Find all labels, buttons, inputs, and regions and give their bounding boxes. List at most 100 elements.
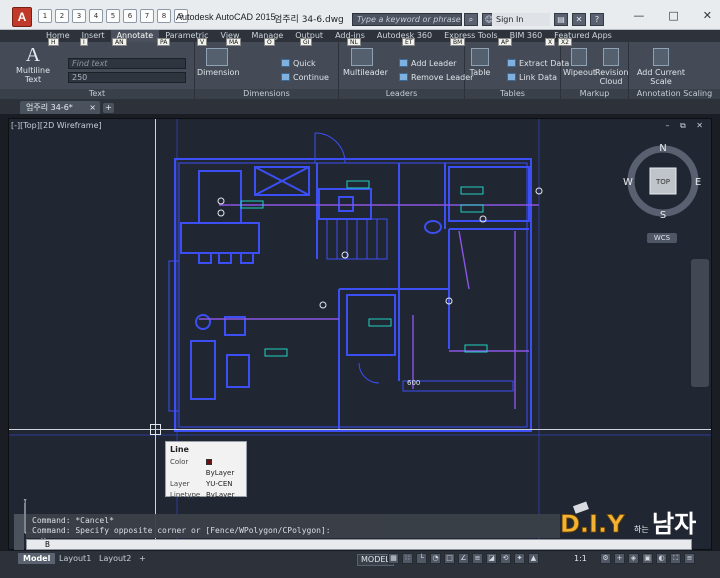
svg-text:Y: Y — [22, 499, 28, 505]
help-icon[interactable]: ? — [590, 13, 604, 26]
close-button[interactable]: ✕ — [703, 9, 712, 22]
exchange-icon[interactable]: ✕ — [572, 13, 586, 26]
snap-icon[interactable]: ∷ — [402, 553, 413, 564]
qat-plot-icon[interactable]: 6 — [123, 9, 137, 23]
lineweight-icon[interactable]: ≡ — [472, 553, 483, 564]
new-doc-tab-button[interactable]: + — [103, 103, 114, 113]
add-current-scale-button[interactable]: Add Current Scale — [633, 48, 689, 86]
wipeout-button[interactable]: Wipeout — [563, 48, 596, 77]
qat-redo-icon[interactable]: 8 — [157, 9, 171, 23]
maximize-button[interactable]: □ — [668, 9, 678, 22]
svg-text:D.I.Y: D.I.Y — [560, 510, 625, 538]
qat-saveas-icon[interactable]: 4 — [89, 9, 103, 23]
qat-cloud-icon[interactable]: 5 — [106, 9, 120, 23]
continue-dim-button[interactable]: Continue — [281, 73, 329, 83]
layout-tab-model[interactable]: Model — [18, 553, 56, 564]
compass-south[interactable]: S — [660, 210, 666, 221]
quick-dim-button[interactable]: Quick — [281, 59, 316, 69]
command-input[interactable]: B — [26, 539, 692, 550]
search-icon[interactable]: ⌕ — [464, 13, 478, 26]
revision-cloud-button[interactable]: Revision Cloud — [595, 48, 629, 86]
application-menu-button[interactable]: A — [12, 7, 32, 27]
annotation-visibility-icon[interactable]: ✦ — [514, 553, 525, 564]
multileader-button[interactable]: Multileader — [343, 48, 388, 77]
svg-text:남자: 남자 — [652, 510, 696, 538]
plus-icon[interactable]: + — [614, 553, 625, 564]
drawing-viewport[interactable]: [-][Top][2D Wireframe] – ⧉ ✕ 600 TOP N S… — [8, 118, 712, 550]
title-icons-right: ▤ ✕ ? — [554, 13, 604, 26]
tab-express-tools[interactable]: Express Tools — [438, 30, 504, 42]
quick-dim-icon — [281, 59, 290, 67]
layout-tab-layout1[interactable]: Layout1 — [54, 553, 96, 564]
text-panel-label[interactable]: Text — [0, 89, 194, 99]
lock-icon[interactable]: ◈ — [628, 553, 639, 564]
wipeout-icon — [571, 48, 587, 66]
hardware-icon[interactable]: ▣ — [642, 553, 653, 564]
continue-dim-icon — [281, 73, 290, 81]
revision-cloud-label: Revision Cloud — [595, 68, 629, 86]
search-input[interactable]: Type a keyword or phrase — [352, 13, 462, 26]
table-button[interactable]: Table — [467, 48, 493, 77]
find-text-input[interactable]: Find text — [68, 58, 186, 69]
text-a-icon: A — [25, 44, 41, 66]
qat-new-icon[interactable]: 1 — [38, 9, 52, 23]
minimize-button[interactable]: — — [633, 9, 644, 22]
revision-cloud-icon — [603, 48, 619, 66]
multiline-text-button[interactable]: A Multiline Text — [14, 44, 52, 84]
tooltip-row-linetype: Linetype ByLayer — [170, 491, 235, 499]
add-leader-button[interactable]: Add Leader — [399, 59, 456, 69]
doc-tab-close-icon[interactable]: × — [89, 101, 96, 114]
add-layout-button[interactable]: + — [134, 553, 151, 564]
otrack-icon[interactable]: ∠ — [458, 553, 469, 564]
osnap-icon[interactable]: □ — [444, 553, 455, 564]
grid-icon[interactable]: ▦ — [388, 553, 399, 564]
multileader-label: Multileader — [343, 68, 388, 77]
polar-icon[interactable]: ◔ — [430, 553, 441, 564]
ortho-icon[interactable]: └ — [416, 553, 427, 564]
link-data-button[interactable]: Link Data — [507, 73, 557, 83]
dimension-button[interactable]: Dimension — [197, 48, 240, 77]
compass-north[interactable]: N — [659, 143, 666, 154]
dimensions-panel-label[interactable]: Dimensions — [195, 89, 338, 99]
keytip-bim-360: BM — [450, 38, 466, 46]
table-label: Table — [469, 68, 491, 77]
qat-save-icon[interactable]: 3 — [72, 9, 86, 23]
leaders-panel: Multileader Add Leader Remove Leader Lea… — [339, 42, 473, 99]
selection-cycling-icon[interactable]: ⟲ — [500, 553, 511, 564]
diy-watermark-logo: D.I.Y 하는 남자 — [560, 501, 696, 538]
command-line-handle[interactable] — [14, 514, 24, 550]
annotation-scaling-panel-label[interactable]: Annotation Scaling — [629, 89, 720, 99]
transparency-icon[interactable]: ◪ — [486, 553, 497, 564]
fullscreen-icon[interactable]: ⛶ — [670, 553, 681, 564]
compass-east[interactable]: E — [695, 177, 701, 188]
annotation-scaling-panel: Add Current Scale Annotation Scaling — [629, 42, 720, 99]
sign-in-button[interactable]: Sign In — [492, 13, 550, 26]
remove-leader-button[interactable]: Remove Leader — [399, 73, 473, 83]
extract-data-button[interactable]: Extract Data — [507, 59, 569, 69]
layout-tab-layout2[interactable]: Layout2 — [94, 553, 136, 564]
menu-icon[interactable]: ≡ — [684, 553, 695, 564]
markup-panel: Wipeout Revision Cloud Markup — [561, 42, 629, 99]
command-history-line: Command: Specify opposite corner or [Fen… — [32, 526, 331, 535]
doc-tab-label: 엄주리 34-6* — [26, 103, 73, 112]
tables-panel-label[interactable]: Tables — [465, 89, 560, 99]
qat-undo-icon[interactable]: 7 — [140, 9, 154, 23]
navigation-bar[interactable] — [691, 259, 709, 387]
cart-icon[interactable]: ▤ — [554, 13, 568, 26]
leaders-panel-label[interactable]: Leaders — [339, 89, 464, 99]
text-panel: A Multiline Text Find text 250 Text — [0, 42, 195, 99]
isolate-icon[interactable]: ◐ — [656, 553, 667, 564]
workspace-icon[interactable]: ⚙ — [600, 553, 611, 564]
qat-open-icon[interactable]: 2 — [55, 9, 69, 23]
compass-west[interactable]: W — [623, 177, 633, 188]
text-height-input[interactable]: 250 — [68, 72, 186, 83]
doc-tab-current[interactable]: 엄주리 34-6* × — [20, 101, 100, 114]
viewcube-top-label[interactable]: TOP — [655, 178, 670, 186]
status-tray-icons: ⚙ + ◈ ▣ ◐ ⛶ ≡ — [600, 553, 695, 564]
annotation-scale[interactable]: 1:1 — [574, 554, 587, 563]
auto-scale-icon[interactable]: ▲ — [528, 553, 539, 564]
keytip-view: V — [197, 38, 208, 46]
viewcube[interactable]: TOP N S E W — [623, 141, 703, 221]
wcs-menu[interactable]: WCS — [647, 233, 677, 243]
markup-panel-label[interactable]: Markup — [561, 89, 628, 99]
